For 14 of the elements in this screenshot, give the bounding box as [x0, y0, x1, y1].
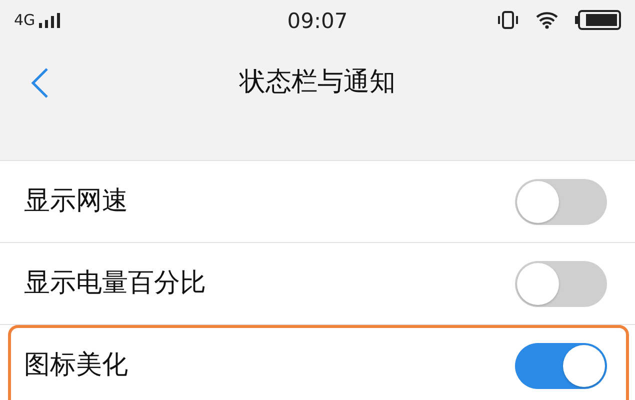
clock: 09:07 — [287, 8, 348, 35]
toggle-switch[interactable] — [515, 178, 607, 224]
vibrate-icon — [497, 11, 519, 29]
setting-label: 图标美化 — [24, 349, 128, 382]
toggle-switch[interactable] — [515, 260, 607, 306]
toggle-switch[interactable] — [515, 342, 607, 388]
network-type: 4G — [14, 10, 36, 31]
wifi-icon — [535, 11, 559, 29]
back-icon[interactable] — [30, 67, 50, 99]
setting-label: 显示网速 — [24, 185, 128, 218]
setting-label: 显示电量百分比 — [24, 267, 206, 300]
page-title: 状态栏与通知 — [240, 66, 396, 99]
signal-icon — [39, 12, 62, 28]
battery-icon — [575, 10, 621, 30]
